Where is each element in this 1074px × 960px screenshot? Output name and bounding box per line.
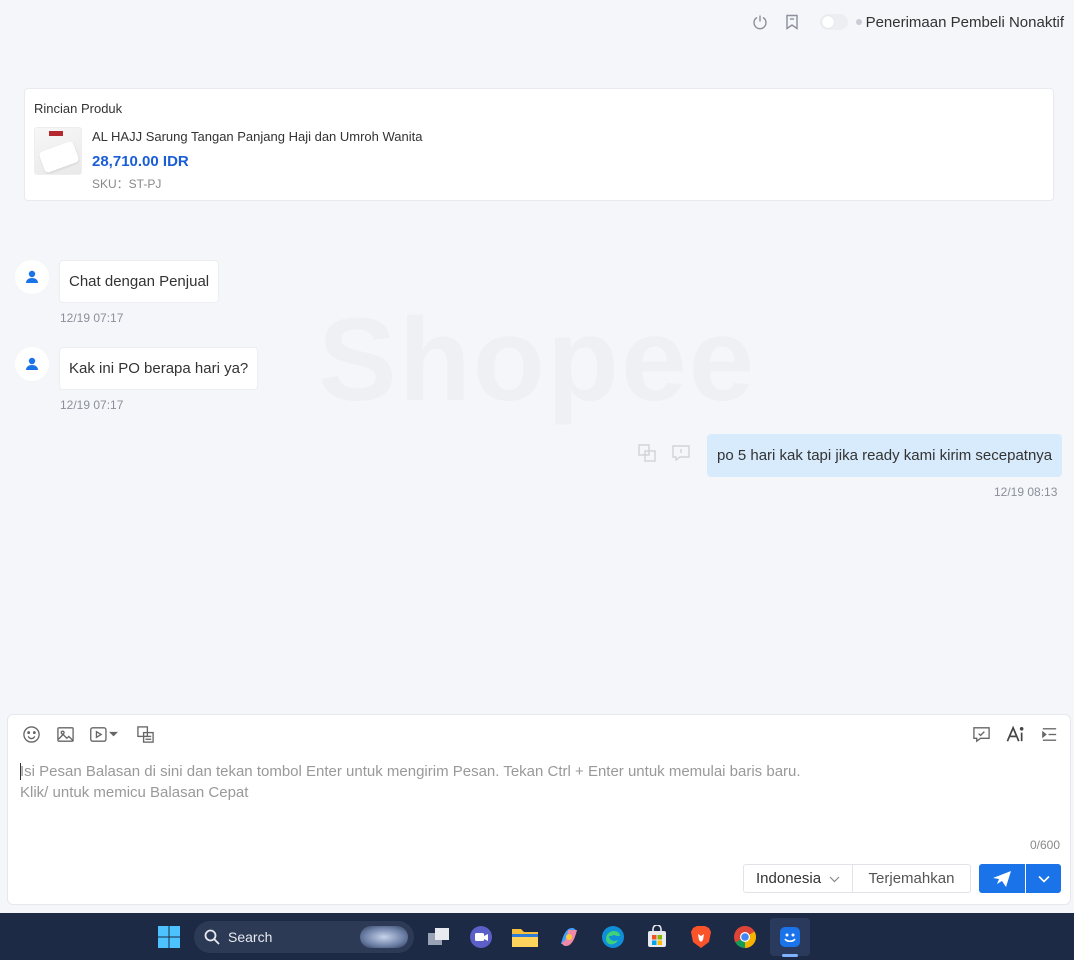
emoji-icon[interactable]	[20, 723, 42, 745]
my-message-bubble[interactable]: po 5 hari kak tapi jika ready kami kirim…	[707, 434, 1063, 477]
placeholder-line-2: Klik/ untuk memicu Balasan Cepat	[20, 784, 249, 801]
task-view-icon[interactable]	[424, 922, 454, 952]
top-bar: Penerimaan Pembeli Nonaktif	[0, 0, 1074, 44]
status-dot	[855, 19, 862, 25]
shopee-watermark: Shopee	[318, 292, 756, 428]
chevron-down-icon	[829, 870, 840, 887]
placeholder-line-1: Isi Pesan Balasan di sini dan tekan tomb…	[20, 763, 801, 780]
message-time: 12/19 08:13	[994, 485, 1058, 499]
ai-assistant-icon[interactable]	[1004, 723, 1026, 745]
message-time: 12/19 07:17	[60, 398, 124, 412]
edge-browser-icon[interactable]	[598, 922, 628, 952]
message-actions	[637, 443, 691, 463]
bookmark-icon[interactable]	[782, 12, 802, 32]
product-thumbnail	[34, 127, 82, 175]
message-bubble[interactable]: Chat dengan Penjual	[59, 260, 220, 303]
character-counter: 0/600	[1029, 838, 1060, 852]
buyer-avatar	[15, 347, 49, 381]
file-explorer-icon[interactable]	[510, 922, 540, 952]
active-app-indicator	[782, 954, 798, 957]
product-sku: SKU：ST-PJ	[92, 177, 162, 191]
product-price: 28,710.00 IDR	[92, 153, 189, 170]
chevron-down-icon	[1037, 875, 1050, 883]
user-icon	[26, 270, 38, 283]
seller-centre-chat-icon[interactable]	[775, 922, 805, 952]
send-icon	[993, 870, 1011, 887]
translate-message-icon	[638, 444, 656, 462]
product-link-icon[interactable]	[134, 723, 156, 745]
windows-taskbar: Search	[0, 913, 1074, 960]
windows-start-icon[interactable]	[154, 922, 184, 952]
product-details-card[interactable]: Rincian Produk AL HAJJ Sarung Tangan Pan…	[24, 88, 1054, 201]
microsoft-store-icon[interactable]	[642, 922, 672, 952]
buyer-acceptance-status: Penerimaan Pembeli Nonaktif	[855, 13, 1064, 31]
product-name[interactable]: AL HAJJ Sarung Tangan Panjang Haji dan U…	[92, 129, 422, 144]
send-options-button[interactable]	[1026, 864, 1061, 893]
quick-reply-icon[interactable]	[970, 723, 992, 745]
buyer-acceptance-toggle[interactable]	[819, 14, 848, 30]
report-message-icon	[672, 445, 690, 462]
brave-browser-icon[interactable]	[686, 922, 716, 952]
status-label: Penerimaan Pembeli Nonaktif	[865, 13, 1064, 31]
image-icon[interactable]	[54, 723, 76, 745]
message-input[interactable]: Isi Pesan Balasan di sini dan tekan tomb…	[20, 761, 801, 803]
message-time: 12/19 07:17	[60, 311, 124, 325]
message-composer: Isi Pesan Balasan di sini dan tekan tomb…	[7, 714, 1071, 905]
language-value: Indonesia	[756, 870, 822, 887]
copilot-icon[interactable]	[554, 922, 584, 952]
search-icon	[204, 929, 220, 945]
product-section-title: Rincian Produk	[34, 101, 123, 116]
translate-button[interactable]: Terjemahkan	[852, 864, 971, 893]
search-highlight-image	[360, 926, 408, 948]
power-icon[interactable]	[750, 12, 770, 32]
teams-chat-icon[interactable]	[466, 922, 496, 952]
collapse-panel-icon[interactable]	[1038, 723, 1060, 745]
language-select[interactable]: Indonesia	[743, 864, 853, 893]
chrome-browser-icon[interactable]	[730, 922, 760, 952]
send-button[interactable]	[979, 864, 1025, 893]
taskbar-search[interactable]: Search	[194, 921, 414, 953]
buyer-avatar	[15, 260, 49, 294]
search-label: Search	[228, 929, 273, 945]
message-bubble[interactable]: Kak ini PO berapa hari ya?	[59, 347, 259, 390]
user-icon	[26, 357, 38, 370]
video-icon[interactable]	[88, 723, 122, 745]
